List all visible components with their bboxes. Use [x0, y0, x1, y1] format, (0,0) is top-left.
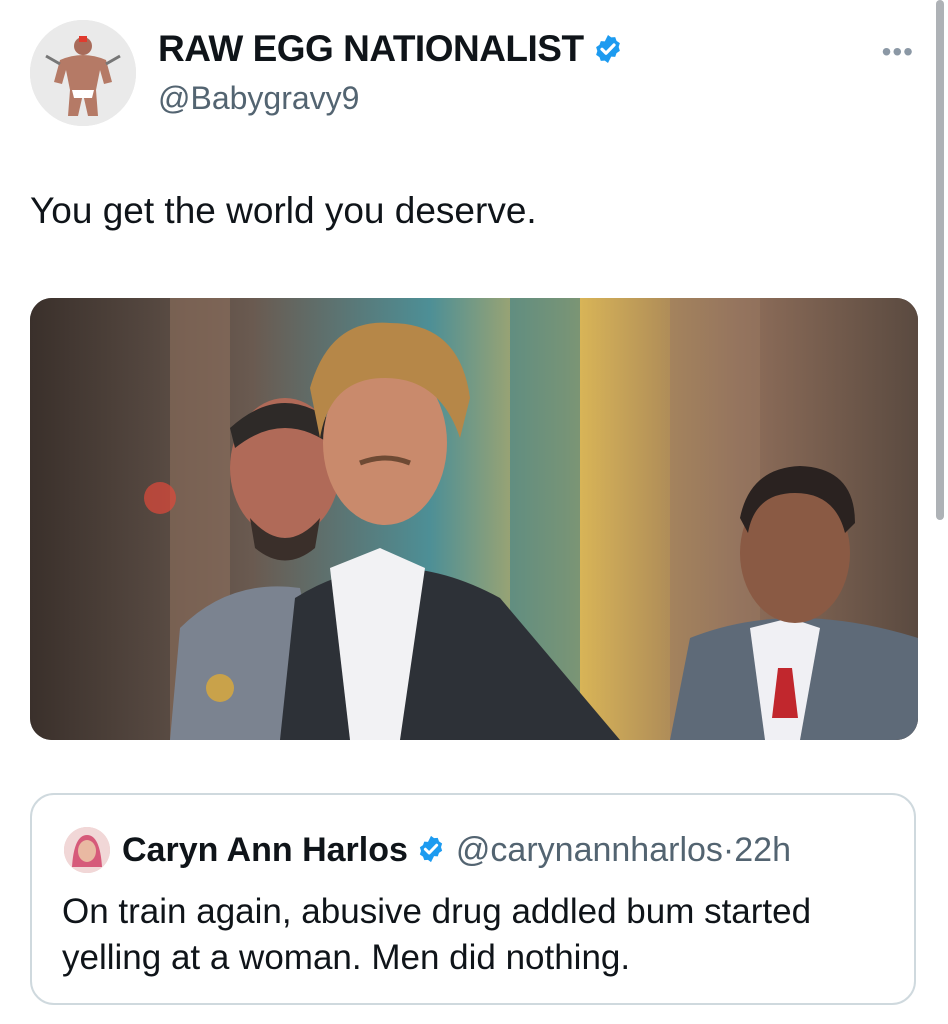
- more-options-icon[interactable]: •••: [882, 36, 914, 68]
- author-avatar[interactable]: [30, 20, 136, 126]
- post-media-photo[interactable]: [30, 298, 918, 740]
- separator-dot: ·: [722, 831, 735, 869]
- photo-three-men-in-suits: [30, 298, 918, 740]
- verified-badge-icon: [595, 35, 620, 63]
- quoted-post-header: Caryn Ann Harlos @carynannharlos·22h: [122, 831, 791, 870]
- scrollbar[interactable]: [936, 0, 944, 520]
- quoted-post-text: On train again, abusive drug addled bum …: [62, 892, 812, 977]
- quoted-post-card[interactable]: Caryn Ann Harlos @carynannharlos·22h On t…: [30, 793, 916, 1005]
- quoted-author-name[interactable]: Caryn Ann Harlos: [122, 831, 408, 869]
- quoted-post-time[interactable]: 22h: [734, 831, 791, 869]
- bodybuilder-avatar-image: [30, 20, 136, 126]
- author-name[interactable]: RAW EGG NATIONALIST: [158, 28, 624, 70]
- verified-badge-icon: [419, 835, 443, 863]
- author-handle[interactable]: @Babygravy9: [158, 80, 359, 117]
- quoted-author-avatar[interactable]: [64, 827, 110, 873]
- author-name-text: RAW EGG NATIONALIST: [158, 28, 584, 69]
- woman-avatar-image: [64, 827, 110, 873]
- quoted-author-handle[interactable]: @carynannharlos: [456, 831, 723, 869]
- post-text: You get the world you deserve.: [30, 190, 537, 231]
